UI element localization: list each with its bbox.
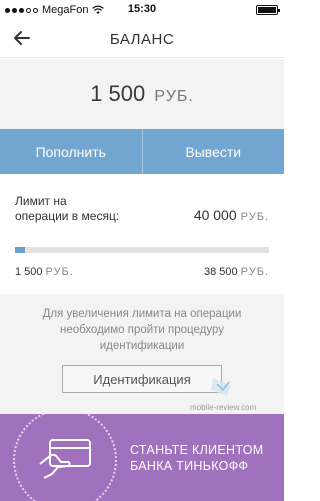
- identification-section: Для увеличения лимита на операции необхо…: [0, 294, 284, 414]
- remaining-amount-value: 38 500: [203, 266, 238, 278]
- limit-amount: 40 000: [193, 207, 237, 223]
- used-amount-currency: РУБ.: [45, 266, 74, 278]
- tinkoff-promo-banner[interactable]: СТАНЬТЕ КЛИЕНТОМ БАНКА ТИНЬКОФФ: [0, 414, 284, 501]
- promo-text: СТАНЬТЕ КЛИЕНТОМ БАНКА ТИНЬКОФФ: [130, 442, 263, 474]
- limit-value: 40 000 РУБ.: [194, 207, 269, 223]
- identification-hint-line3: идентификации: [99, 340, 185, 352]
- page-title: БАЛАНС: [109, 31, 175, 48]
- topup-button[interactable]: Пополнить: [0, 129, 142, 174]
- remaining-amount-currency: РУБ.: [240, 266, 269, 278]
- limit-section: Лимит на операции в месяц: 40 000 РУБ. 1 …: [0, 174, 284, 294]
- limit-label: Лимит на операции в месяц:: [15, 194, 119, 224]
- limit-progress-bar: [15, 247, 269, 253]
- balance-display: 1 500 РУБ.: [0, 81, 284, 107]
- card-hand-icon: [39, 439, 91, 479]
- limit-label-line1: Лимит на: [15, 194, 67, 208]
- balance-section: 1 500 РУБ.: [0, 59, 284, 129]
- limit-progress-fill: [15, 247, 25, 253]
- balance-currency: РУБ.: [154, 88, 194, 105]
- balance-amount: 1 500: [90, 81, 146, 106]
- used-amount: 1 500 РУБ.: [15, 266, 74, 278]
- action-bar: Пополнить Вывести: [0, 129, 284, 174]
- status-time: 15:30: [127, 3, 157, 15]
- nav-header: БАЛАНС: [0, 20, 284, 58]
- battery-icon: [256, 5, 280, 15]
- withdraw-button[interactable]: Вывести: [141, 129, 285, 174]
- identification-hint-line2: необходимо пройти процедуру: [59, 324, 225, 336]
- identification-hint-line1: Для увеличения лимита на операции: [42, 308, 242, 320]
- promo-line1: СТАНЬТЕ КЛИЕНТОМ: [130, 443, 264, 457]
- limit-label-line2: операции в месяц:: [15, 209, 120, 223]
- promo-line2: БАНКА ТИНЬКОФФ: [130, 459, 249, 473]
- identification-hint: Для увеличения лимита на операции необхо…: [20, 306, 264, 354]
- remaining-amount: 38 500 РУБ.: [204, 266, 269, 278]
- used-amount-value: 1 500: [15, 266, 43, 278]
- watermark-text: mobile-review.com: [190, 403, 257, 412]
- limit-currency: РУБ.: [240, 211, 269, 223]
- status-bar: MegaFon 15:30: [0, 0, 284, 20]
